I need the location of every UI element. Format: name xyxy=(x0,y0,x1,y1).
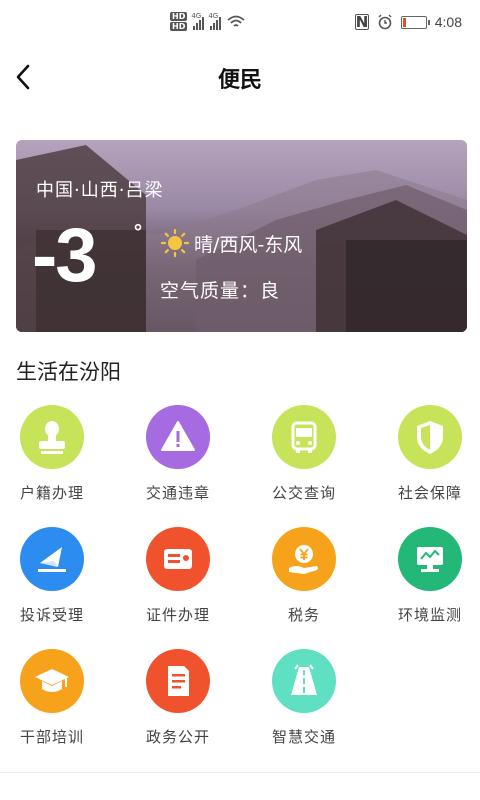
paper-plane-icon xyxy=(38,547,66,572)
signal-icon: 4G xyxy=(208,11,222,30)
service-item-certificate[interactable]: 证件办理 xyxy=(118,527,238,625)
service-item-cadre-training[interactable]: 干部培训 xyxy=(0,649,112,747)
status-bar: HD HD 4G 4G N 4:08 xyxy=(0,0,480,52)
id-card-icon xyxy=(164,549,192,569)
service-item-bus-query[interactable]: 公交查询 xyxy=(244,405,364,503)
service-label: 税务 xyxy=(287,606,320,624)
service-label: 公交查询 xyxy=(271,484,336,502)
service-item-smart-traffic[interactable]: 智慧交通 xyxy=(244,649,364,747)
service-label: 投诉受理 xyxy=(19,606,84,624)
road-icon xyxy=(291,664,317,695)
service-label: 干部培训 xyxy=(19,728,84,746)
weather-condition-text: 晴/西风-东风 xyxy=(194,233,303,256)
service-icon-circle xyxy=(146,649,210,713)
battery-level xyxy=(402,17,406,27)
network-type-label: 4G xyxy=(208,11,219,20)
service-label: 证件办理 xyxy=(145,606,210,624)
service-label: 环境监测 xyxy=(397,606,462,624)
signal-icon: 4G xyxy=(191,11,205,30)
bus-icon xyxy=(291,421,317,453)
service-item-tax[interactable]: 税务 xyxy=(244,527,364,625)
wifi-icon xyxy=(227,15,245,27)
service-label: 政务公开 xyxy=(145,728,210,746)
monitor-icon xyxy=(417,547,443,572)
nfc-icon: N xyxy=(354,13,369,31)
service-label: 交通违章 xyxy=(145,484,210,502)
service-item-environment[interactable]: 环境监测 xyxy=(370,527,480,625)
service-item-social-security[interactable]: 社会保障 xyxy=(370,405,480,503)
service-label: 社会保障 xyxy=(397,484,462,502)
page-title: 便民 xyxy=(217,68,262,93)
service-icon-circle xyxy=(146,405,210,469)
service-item-traffic-violation[interactable]: 交通违章 xyxy=(118,405,238,503)
status-icons: N 4:08 xyxy=(354,13,462,31)
temperature: -3 xyxy=(32,213,98,298)
service-label: 智慧交通 xyxy=(271,728,336,746)
stamp-icon xyxy=(39,421,65,454)
air-quality: 空气质量：良 xyxy=(160,280,281,302)
service-icon-circle xyxy=(272,649,336,713)
section-title: 生活在汾阳 xyxy=(16,360,121,384)
weather-condition: 晴/西风-东风 xyxy=(160,228,302,258)
service-item-hukou[interactable]: 户籍办理 xyxy=(0,405,112,503)
weather-location: 中国·山西·吕梁 xyxy=(36,180,164,201)
yuan-hand-icon xyxy=(289,545,318,574)
hd-label: HD xyxy=(170,12,188,21)
document-icon xyxy=(168,666,189,696)
network-indicators: HD HD 4G 4G xyxy=(170,12,245,31)
alarm-icon xyxy=(378,14,392,30)
weather-card[interactable]: 中国·山西·吕梁 -3 ° 晴/西风-东风 空气质量：良 xyxy=(16,140,467,332)
service-label: 户籍办理 xyxy=(19,484,84,502)
service-icon-circle xyxy=(398,405,462,469)
sun-icon xyxy=(160,228,190,258)
graduation-cap-icon xyxy=(35,669,69,692)
clock: 4:08 xyxy=(434,14,462,30)
service-icon-circle xyxy=(272,527,336,591)
warning-icon xyxy=(161,421,195,451)
degree-symbol: ° xyxy=(133,220,143,244)
service-icon-circle xyxy=(20,527,84,591)
service-icon-circle xyxy=(20,649,84,713)
battery-icon xyxy=(400,15,430,29)
network-type-label: 4G xyxy=(191,11,202,20)
service-icon-circle xyxy=(272,405,336,469)
service-item-complaint[interactable]: 投诉受理 xyxy=(0,527,112,625)
navigation-bar: 便民 xyxy=(0,52,480,102)
shield-icon xyxy=(417,421,443,454)
hd-icon: HD HD xyxy=(170,12,188,31)
hd-label: HD xyxy=(170,22,188,31)
service-icon-circle xyxy=(20,405,84,469)
service-icon-circle xyxy=(398,527,462,591)
service-item-government-affairs[interactable]: 政务公开 xyxy=(118,649,238,747)
divider xyxy=(0,772,480,773)
service-icon-circle xyxy=(146,527,210,591)
